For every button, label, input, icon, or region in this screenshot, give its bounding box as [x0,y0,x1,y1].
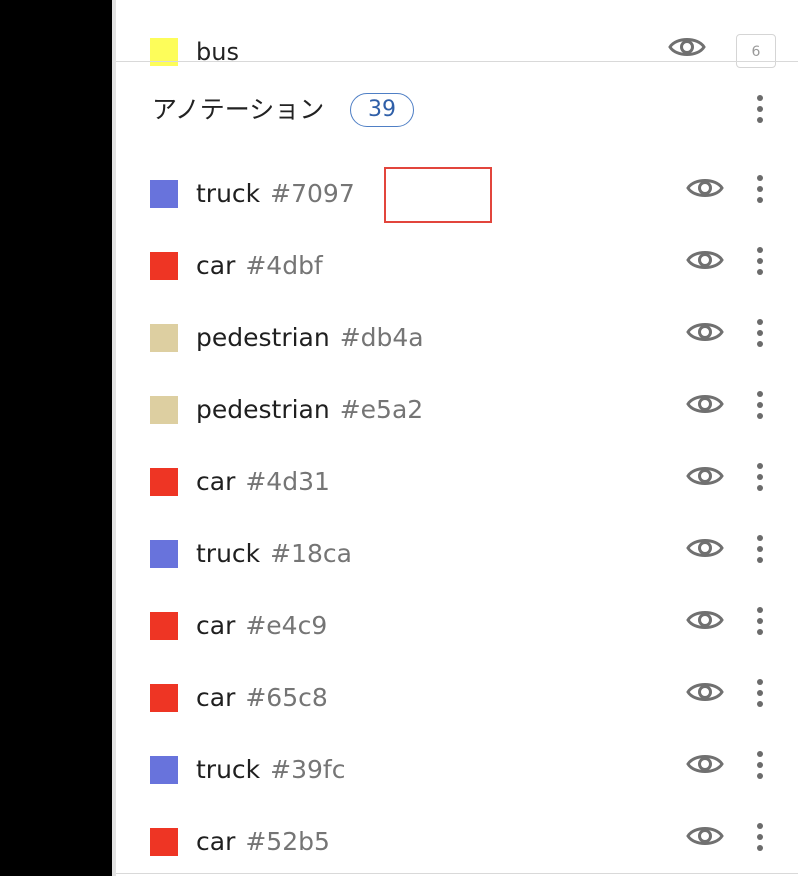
eye-icon[interactable] [686,679,724,709]
annotation-name: truck #39fc [196,754,345,786]
annotation-name: pedestrian #db4a [196,322,424,354]
annotation-item[interactable]: car #4d31 [116,446,798,518]
divider [116,61,798,62]
eye-icon[interactable] [686,175,724,205]
eye-icon[interactable] [686,463,724,493]
annotation-color-swatch [150,684,178,712]
annotation-label: car [196,467,236,496]
annotation-color-swatch [150,540,178,568]
more-vert-icon[interactable] [754,822,766,856]
annotation-name: car #52b5 [196,826,330,858]
annotation-name: truck #7097 [196,178,355,210]
annotation-id: #18ca [270,539,352,568]
annotation-item[interactable]: pedestrian #db4a [116,302,798,374]
eye-icon[interactable] [686,751,724,781]
more-vert-icon[interactable] [754,246,766,280]
annotation-id: #7097 [270,179,355,208]
annotation-name: car #e4c9 [196,610,327,642]
section-title: アノテーション [152,95,325,124]
annotation-id: #db4a [339,323,424,352]
class-row-bus[interactable]: bus 6 [116,22,798,68]
annotation-label: car [196,611,236,640]
more-vert-icon[interactable] [754,678,766,712]
class-label: bus [196,38,239,66]
eye-icon[interactable] [686,823,724,853]
more-vert-icon[interactable] [754,318,766,352]
annotation-label: car [196,251,236,280]
annotation-name: car #4dbf [196,250,323,282]
annotation-color-swatch [150,252,178,280]
annotation-name: pedestrian #e5a2 [196,394,423,426]
annotation-id: #65c8 [245,683,328,712]
more-vert-icon[interactable] [754,94,766,128]
annotation-label: pedestrian [196,323,330,352]
more-vert-icon[interactable] [754,390,766,424]
more-vert-icon[interactable] [754,462,766,496]
annotation-color-swatch [150,828,178,856]
annotation-item[interactable]: car #4dbf [116,230,798,302]
annotation-id: #52b5 [245,827,330,856]
more-vert-icon[interactable] [754,174,766,208]
annotation-item[interactable]: car #65c8 [116,662,798,734]
annotation-id: #e4c9 [245,611,328,640]
annotation-item[interactable]: pedestrian #e5a2 [116,374,798,446]
more-vert-icon[interactable] [754,534,766,568]
class-count-badge: 6 [736,34,776,68]
annotation-label: pedestrian [196,395,330,424]
eye-icon[interactable] [686,535,724,565]
annotation-color-swatch [150,396,178,424]
more-vert-icon[interactable] [754,606,766,640]
annotation-id: #4d31 [245,467,330,496]
annotation-id: #e5a2 [339,395,424,424]
annotation-id: #4dbf [245,251,323,280]
divider [116,873,798,874]
eye-icon[interactable] [686,319,724,349]
annotation-item[interactable]: truck #39fc [116,734,798,806]
annotation-count-badge: 39 [350,93,414,127]
annotation-panel: bus 6 アノテーション 39 truck #7097 car #4dbf pedes… [116,0,798,876]
eye-icon[interactable] [668,34,706,64]
annotation-label: truck [196,179,261,208]
annotation-label: car [196,683,236,712]
eye-icon[interactable] [686,391,724,421]
annotation-label: car [196,827,236,856]
annotation-color-swatch [150,468,178,496]
annotation-name: car #4d31 [196,466,330,498]
annotation-label: truck [196,755,261,784]
annotation-color-swatch [150,756,178,784]
eye-icon[interactable] [686,607,724,637]
annotations-header: アノテーション 39 [116,80,798,140]
annotation-label: truck [196,539,261,568]
annotation-name: car #65c8 [196,682,328,714]
annotation-item[interactable]: car #e4c9 [116,590,798,662]
annotation-list: truck #7097 car #4dbf pedestrian #db4a pedestr… [116,158,798,876]
annotation-item[interactable]: car #52b5 [116,806,798,876]
annotation-color-swatch [150,612,178,640]
more-vert-icon[interactable] [754,750,766,784]
annotation-name: truck #18ca [196,538,352,570]
focus-highlight-box [384,167,492,223]
annotation-color-swatch [150,180,178,208]
annotation-id: #39fc [270,755,346,784]
annotation-color-swatch [150,324,178,352]
eye-icon[interactable] [686,247,724,277]
annotation-item[interactable]: truck #18ca [116,518,798,590]
